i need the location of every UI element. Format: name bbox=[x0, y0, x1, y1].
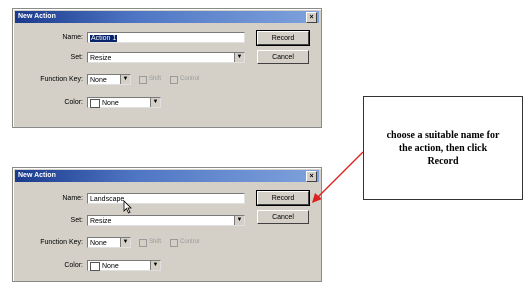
arrow-line bbox=[317, 151, 364, 198]
pointer-arrow bbox=[312, 151, 364, 203]
